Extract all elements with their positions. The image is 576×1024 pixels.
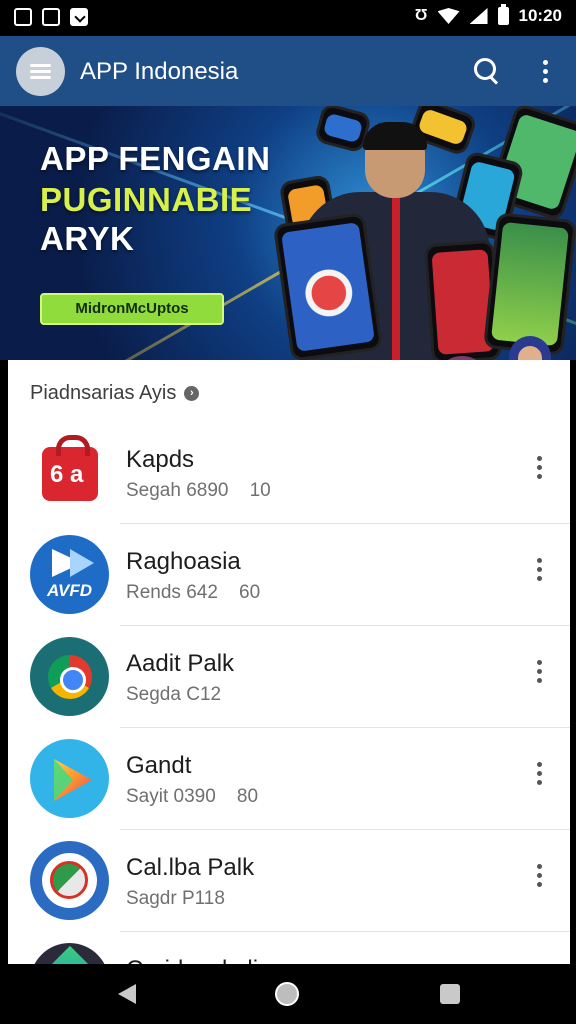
banner-headline-2: PUGINNABIE <box>40 181 253 218</box>
apps-card: Piadnsarias Ayis › 6 a Kapds Segah 6890 … <box>8 360 570 964</box>
app-meta: Rends 642 60 <box>126 582 261 603</box>
section-title: Piadnsarias Ayis <box>30 382 177 404</box>
status-bar: Ʊ 10:20 <box>0 0 576 36</box>
shopping-bag-icon: 6 a <box>30 433 109 512</box>
app-meta: Segda C12 <box>126 684 222 705</box>
more-options-icon[interactable] <box>534 660 546 686</box>
app-name: Raghoasia <box>126 548 241 575</box>
status-time: 10:20 <box>518 6 562 25</box>
app-name: Kapds <box>126 446 195 473</box>
banner-headline-3: ARYK <box>40 220 135 257</box>
app-meta: Sayit 0390 80 <box>126 786 259 807</box>
more-options-icon[interactable] <box>534 864 546 890</box>
system-nav-bar <box>0 964 576 1024</box>
status-left-icons <box>14 8 88 26</box>
info-icon[interactable]: › <box>184 386 200 401</box>
banner-person-cap <box>363 122 427 150</box>
play-video-icon: AVFD <box>30 535 109 614</box>
message-icon <box>42 8 60 26</box>
alarm-icon: Ʊ <box>414 7 428 24</box>
wifi-icon <box>437 8 460 24</box>
promo-banner[interactable]: APP FENGAIN PUGINNABIE ARYK MidronMcUpto… <box>0 106 576 360</box>
app-meta: Sagdr P118 <box>126 888 225 909</box>
banner-cta-button[interactable]: MidronMcUptos <box>40 293 224 325</box>
battery-icon <box>497 4 509 25</box>
home-icon[interactable] <box>275 982 299 1006</box>
status-right-icons: Ʊ 10:20 <box>414 4 562 26</box>
banner-headline-1: APP FENGAIN <box>40 140 271 177</box>
banner-phone-main <box>272 212 384 360</box>
app-name: Caridasokulia <box>126 956 271 964</box>
app-meta: Segah 6890 10 <box>126 480 271 501</box>
sim-icon <box>14 8 32 26</box>
search-icon[interactable] <box>474 58 500 84</box>
list-item[interactable]: 6 a Kapds Segah 6890 10 <box>8 422 570 524</box>
section-header: Piadnsarias Ayis › <box>30 382 200 405</box>
banner-phone-right <box>483 212 576 356</box>
back-icon[interactable] <box>118 984 136 1004</box>
maps-icon <box>30 841 109 920</box>
app-name: Cal.lba Palk <box>126 854 255 881</box>
recent-apps-icon[interactable] <box>440 984 460 1004</box>
app-name: Gandt <box>126 752 192 779</box>
list-item[interactable]: Aadit Palk Segda C12 <box>8 626 570 728</box>
list-item[interactable]: Cal.lba Palk Sagdr P118 <box>8 830 570 932</box>
list-item[interactable]: Gandt Sayit 0390 80 <box>8 728 570 830</box>
banner-person-stripe <box>392 198 400 360</box>
more-options-icon[interactable] <box>534 558 546 584</box>
list-item[interactable]: Caridasokulia <box>8 932 570 964</box>
more-options-icon[interactable] <box>534 762 546 788</box>
app-bar: APP Indonesia <box>0 36 576 106</box>
more-options-icon[interactable] <box>534 456 546 482</box>
check-icon <box>70 8 88 26</box>
more-options-icon[interactable] <box>537 60 555 84</box>
app-name: Aadit Palk <box>126 650 235 677</box>
signal-icon <box>469 8 488 24</box>
menu-icon[interactable] <box>16 47 65 96</box>
app-title: APP Indonesia <box>80 58 239 85</box>
play-store-icon <box>30 739 109 818</box>
gem-icon <box>30 943 109 964</box>
browser-ring-icon <box>30 637 109 716</box>
list-item[interactable]: AVFD Raghoasia Rends 642 60 <box>8 524 570 626</box>
